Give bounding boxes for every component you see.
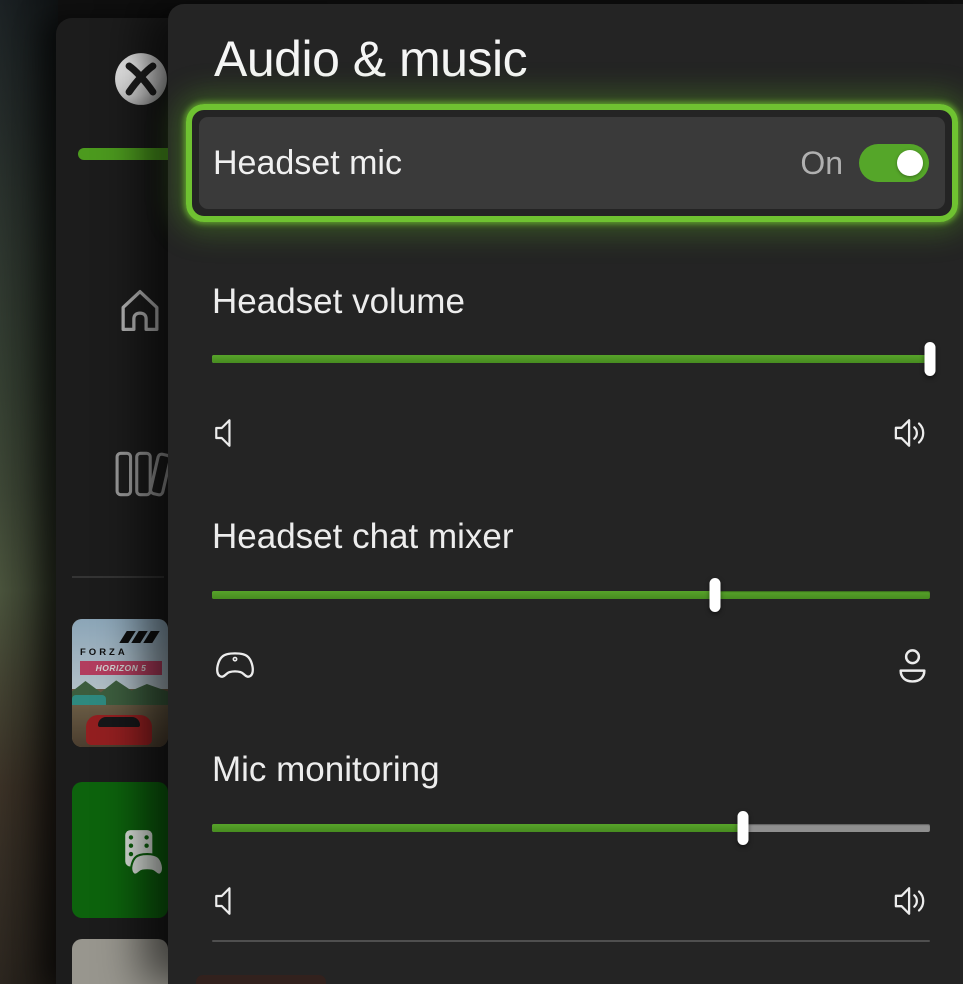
film-controller-icon — [122, 828, 166, 878]
next-row-peek — [196, 975, 326, 984]
headset-mic-label: Headset mic — [213, 144, 800, 183]
battery-progress-bar — [78, 148, 176, 160]
speaker-quiet-icon — [214, 883, 234, 919]
tile-dim-overlay — [72, 619, 168, 747]
xbox-logo[interactable] — [114, 52, 168, 106]
sidebar-divider — [72, 576, 164, 578]
xbox-guide-overlay: FORZA HORIZON 5 Audio & music — [0, 0, 963, 984]
slider-fill — [212, 824, 743, 832]
headset-mic-row[interactable]: Headset mic On — [199, 117, 945, 209]
slider-track[interactable] — [212, 355, 930, 363]
slider-fill — [212, 355, 930, 363]
mic-monitoring-slider[interactable] — [212, 824, 930, 832]
tile-forza-horizon-5[interactable]: FORZA HORIZON 5 — [72, 619, 168, 747]
game-background — [0, 0, 58, 984]
headset-chat-mixer-icon-row — [212, 647, 930, 685]
page-title: Audio & music — [214, 30, 527, 88]
speaker-quiet-icon — [214, 415, 234, 451]
slider-track[interactable] — [212, 591, 930, 599]
headset-mic-toggle[interactable] — [859, 144, 929, 182]
controller-icon — [214, 650, 256, 682]
slider-fill — [212, 591, 715, 599]
slider-track[interactable] — [212, 824, 930, 832]
mic-monitoring-icon-row — [212, 882, 930, 920]
section-divider — [212, 940, 930, 942]
headset-volume-icon-row — [212, 414, 930, 452]
headset-mic-state-text: On — [800, 145, 843, 182]
slider-handle[interactable] — [925, 342, 936, 376]
tile-media-app[interactable] — [72, 782, 168, 918]
slider-handle[interactable] — [709, 578, 720, 612]
focus-ring: Headset mic On — [186, 104, 958, 222]
home-icon[interactable] — [116, 286, 164, 332]
toggle-knob — [897, 150, 923, 176]
slider-handle[interactable] — [738, 811, 749, 845]
audio-music-panel: Audio & music Headset mic On Headset vol… — [168, 4, 963, 984]
headset-volume-label: Headset volume — [212, 282, 465, 322]
person-icon — [897, 648, 928, 684]
mic-monitoring-label: Mic monitoring — [212, 750, 440, 790]
tile-bottom-app[interactable] — [72, 939, 168, 984]
headset-chat-mixer-label: Headset chat mixer — [212, 517, 514, 557]
speaker-loud-icon — [894, 415, 928, 451]
headset-chat-mixer-slider[interactable] — [212, 591, 930, 599]
headset-volume-slider[interactable] — [212, 355, 930, 363]
library-icon[interactable] — [114, 450, 174, 498]
speaker-loud-icon — [894, 883, 928, 919]
